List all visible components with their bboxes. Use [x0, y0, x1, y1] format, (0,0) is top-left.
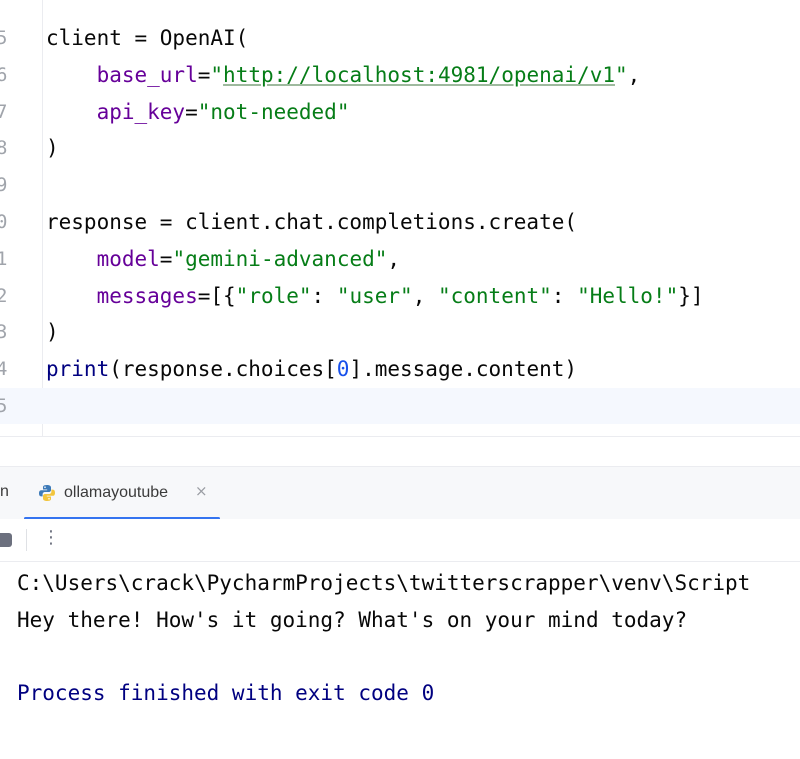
code-text: response = client.chat.completions.creat…	[46, 204, 577, 240]
code-token[interactable]: http://localhost:4981/openai/v1	[223, 63, 615, 87]
code-text: print(response.choices[0].message.conten…	[46, 351, 577, 387]
code-token: }]	[678, 283, 704, 308]
line-number: 1	[0, 247, 8, 270]
code-line[interactable]: 8)	[0, 130, 800, 166]
code-line[interactable]: 0 response = client.chat.completions.crea…	[0, 204, 800, 240]
code-token: =[{	[197, 283, 236, 308]
line-number: 8	[0, 137, 8, 160]
code-line[interactable]: 4 print(response.choices[0].message.conte…	[0, 351, 800, 387]
code-token: :	[311, 283, 337, 308]
code-token: "	[210, 62, 224, 87]
line-number: 4	[0, 358, 8, 381]
console-line: C:\Users\crack\PycharmProjects\twittersc…	[17, 571, 751, 595]
code-token: client = OpenAI(	[46, 26, 249, 50]
code-token: =	[159, 246, 173, 271]
code-text: )	[46, 314, 59, 350]
code-text: model="gemini-advanced",	[46, 241, 400, 277]
code-text: messages=[{"role": "user", "content": "H…	[46, 278, 704, 314]
code-text: client = OpenAI(	[46, 20, 248, 56]
code-line[interactable]: 7 api_key="not-needed"	[0, 94, 800, 130]
code-token: =	[185, 99, 198, 124]
code-token: messages	[96, 283, 198, 308]
line-number: 2	[0, 284, 8, 307]
code-token: print	[46, 357, 110, 382]
code-line[interactable]: 3)	[0, 314, 800, 350]
line-number: 9	[0, 174, 8, 197]
code-line[interactable]: 2 messages=[{"role": "user", "content": …	[0, 278, 800, 314]
code-token: "role"	[235, 283, 312, 308]
code-token: model	[96, 246, 160, 271]
code-token: "	[614, 62, 628, 87]
code-text: )	[46, 130, 59, 166]
line-number: 3	[0, 321, 8, 344]
line-number: 5	[0, 395, 8, 417]
code-token: )	[46, 136, 59, 161]
line-number: 7	[0, 100, 8, 123]
tab-ollamayoutube[interactable]: ollamayoutube ×	[24, 467, 220, 520]
code-line[interactable]: 5 client = OpenAI(	[0, 20, 800, 56]
line-number: 6	[0, 63, 8, 86]
code-token: =	[197, 62, 211, 87]
run-console-output[interactable]: C:\Users\crack\PycharmProjects\twittersc…	[0, 562, 800, 759]
code-token: "user"	[336, 283, 413, 308]
run-tab-bar: n ollamayoutube ×	[0, 466, 800, 520]
code-text: base_url="http://localhost:4981/openai/v…	[46, 57, 641, 93]
more-options-icon[interactable]: ⋮	[42, 527, 60, 549]
code-token: :	[551, 283, 578, 308]
code-token: api_key	[96, 99, 186, 124]
code-token: ,	[412, 283, 438, 308]
toolbar-separator	[26, 529, 27, 551]
code-token: "not-needed"	[197, 99, 350, 124]
code-line[interactable]: 9	[0, 167, 800, 203]
code-token: "content"	[437, 283, 552, 308]
line-number: 0	[0, 211, 8, 233]
code-token: ,	[387, 246, 401, 271]
code-token: "gemini-advanced"	[172, 246, 388, 271]
code-line[interactable]: 1 model="gemini-advanced",	[0, 241, 800, 277]
code-token: (response.choices[	[109, 357, 337, 382]
code-editor[interactable]: 5 client = OpenAI(6 base_url="http://loca…	[0, 0, 800, 436]
code-token: 0	[336, 357, 350, 382]
code-token: response = client.chat.completions.creat…	[46, 210, 578, 234]
partial-tab-label[interactable]: n	[0, 483, 9, 501]
python-icon	[39, 485, 55, 501]
console-line: Hey there! How's it going? What's on you…	[17, 607, 688, 632]
line-number: 5	[0, 27, 8, 49]
editor-bottom-area	[0, 436, 800, 467]
code-token: )	[46, 320, 59, 345]
code-token: "Hello!"	[577, 283, 679, 308]
code-line[interactable]: 5	[0, 388, 800, 424]
console-line: Process finished with exit code 0	[17, 681, 435, 706]
code-token: ].message.content)	[349, 357, 578, 382]
code-token: ,	[627, 62, 641, 87]
stop-icon[interactable]	[0, 533, 12, 547]
code-line[interactable]: 6 base_url="http://localhost:4981/openai…	[0, 57, 800, 93]
run-toolbar: ⋮	[0, 519, 800, 562]
tab-label: ollamayoutube	[64, 484, 169, 501]
close-icon[interactable]: ×	[195, 482, 208, 500]
code-token: base_url	[96, 62, 198, 87]
code-text: api_key="not-needed"	[46, 94, 350, 130]
